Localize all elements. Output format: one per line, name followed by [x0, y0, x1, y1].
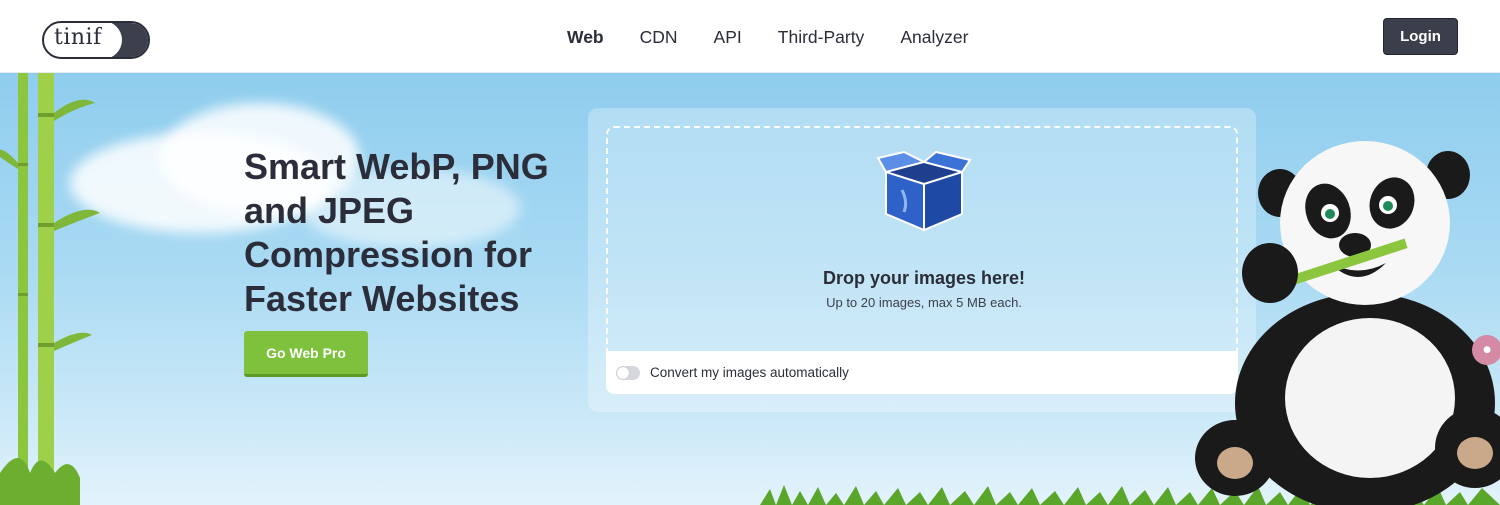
drop-zone[interactable]: Drop your images here! Up to 20 images, … [606, 126, 1238, 351]
convert-toggle[interactable] [616, 365, 640, 380]
nav-web[interactable]: Web [567, 27, 604, 48]
nav-third-party[interactable]: Third-Party [778, 27, 865, 48]
logo-toggle-knob [102, 23, 148, 57]
convert-label: Convert my images automatically [650, 365, 849, 380]
hero-headline: Smart WebP, PNG and JPEG Compression for… [244, 145, 584, 321]
main-nav: Web CDN API Third-Party Analyzer [567, 25, 1004, 49]
bamboo-illustration [0, 73, 100, 505]
panda-mascot [1195, 141, 1500, 505]
floating-badge-icon[interactable]: ● [1472, 335, 1500, 365]
hero-section: Smart WebP, PNG and JPEG Compression for… [0, 73, 1500, 505]
headline-line: Faster Websites [244, 278, 520, 319]
headline-line: and JPEG [244, 190, 415, 231]
nav-cdn[interactable]: CDN [640, 27, 678, 48]
headline-line: Compression for [244, 234, 533, 275]
open-box-icon [876, 150, 972, 232]
drop-title: Drop your images here! [822, 268, 1026, 288]
top-header: tinify Web CDN API Third-Party Analyzer … [0, 0, 1500, 73]
headline-line: Smart WebP, PNG [244, 146, 549, 187]
go-web-pro-button[interactable]: Go Web Pro [244, 331, 368, 377]
nav-analyzer[interactable]: Analyzer [900, 27, 968, 48]
nav-api[interactable]: API [714, 27, 742, 48]
upload-panel: Drop your images here! Up to 20 images, … [588, 108, 1256, 412]
convert-option-bar: Convert my images automatically [606, 351, 1238, 394]
login-button[interactable]: Login [1383, 18, 1458, 55]
drop-subtitle: Up to 20 images, max 5 MB each. [826, 295, 1022, 310]
tinify-logo[interactable]: tinify [42, 21, 150, 59]
